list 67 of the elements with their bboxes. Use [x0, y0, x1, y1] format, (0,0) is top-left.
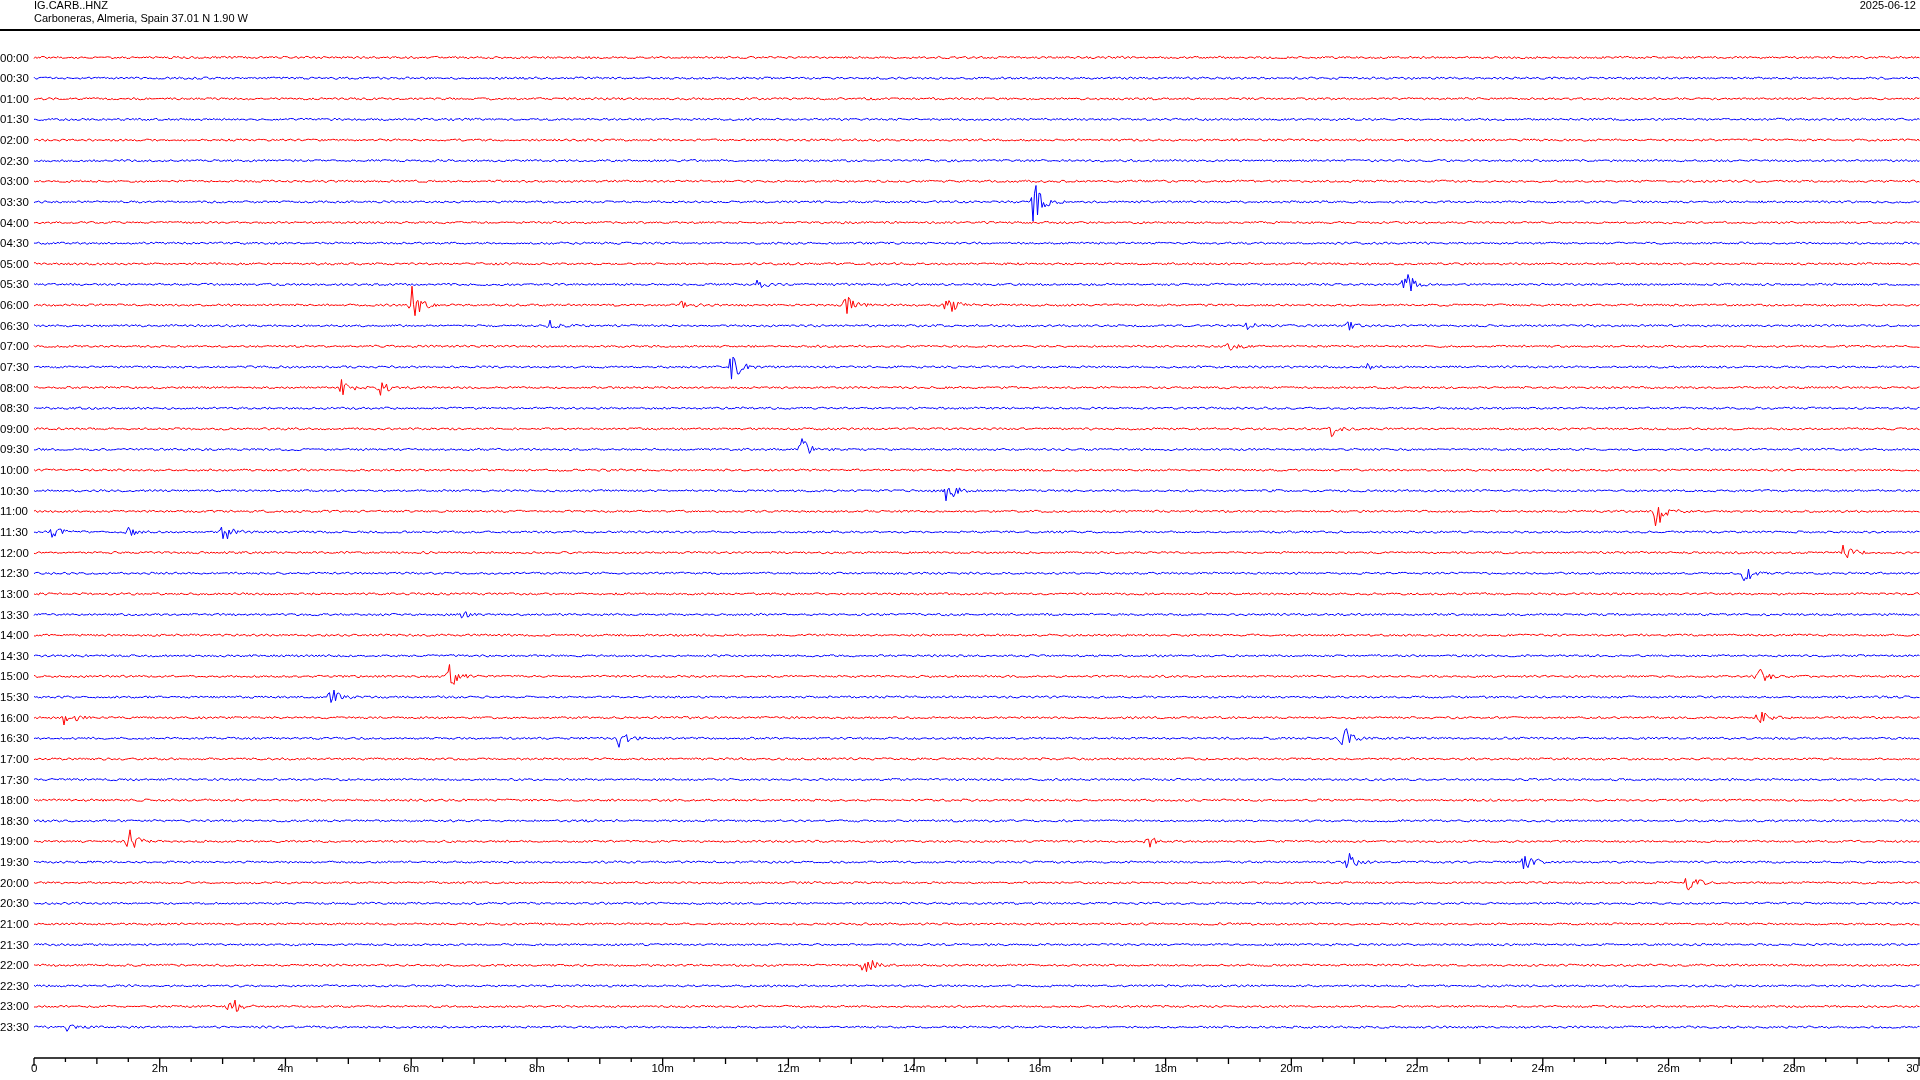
axis-tick-label: 22m — [1405, 1062, 1429, 1074]
time-label: 23:00 — [0, 1000, 29, 1013]
time-label: 01:30 — [0, 113, 29, 126]
time-label: 10:30 — [0, 484, 29, 497]
time-label: 14:30 — [0, 649, 29, 662]
time-label: 06:30 — [0, 319, 29, 332]
time-label: 06:00 — [0, 299, 29, 312]
time-label: 04:00 — [0, 216, 29, 229]
time-label: 22:30 — [0, 979, 29, 992]
time-label: 00:00 — [0, 51, 29, 64]
time-label: 22:00 — [0, 959, 29, 972]
time-label: 19:30 — [0, 856, 29, 869]
time-label: 08:30 — [0, 402, 29, 415]
time-label: 07:30 — [0, 360, 29, 373]
time-label: 02:30 — [0, 154, 29, 167]
time-label: 05:00 — [0, 257, 29, 270]
time-label: 18:00 — [0, 794, 29, 807]
axis-tick-label: 18m — [1154, 1062, 1177, 1074]
time-label: 04:30 — [0, 237, 29, 250]
time-label: 20:00 — [0, 876, 29, 889]
time-label: 14:00 — [0, 629, 29, 642]
time-label: 12:00 — [0, 546, 29, 559]
time-label: 18:30 — [0, 814, 29, 827]
time-label: 23:30 — [0, 1021, 29, 1034]
time-label: 19:00 — [0, 835, 29, 848]
axis-tick-label: 20m — [1280, 1062, 1303, 1074]
time-label: 03:00 — [0, 175, 29, 188]
station-code: IG.CARB..HNZ — [34, 0, 109, 12]
time-label: 11:30 — [0, 526, 28, 538]
date-label: 2025-06-12 — [1859, 0, 1916, 13]
time-label: 10:00 — [0, 464, 29, 477]
time-label: 16:00 — [0, 711, 29, 724]
time-label: 20:30 — [0, 897, 29, 910]
time-label: 15:30 — [0, 691, 29, 704]
time-label: 07:00 — [0, 340, 29, 353]
time-label: 11:00 — [0, 505, 28, 518]
time-label: 13:30 — [0, 608, 29, 621]
time-label: 12:30 — [0, 567, 29, 580]
axis-tick-label: 14m — [902, 1062, 926, 1074]
time-label: 17:30 — [0, 773, 29, 786]
time-label: 16:30 — [0, 732, 29, 745]
time-label: 13:00 — [0, 587, 29, 600]
axis-tick-label: 30 — [1906, 1062, 1919, 1074]
time-label: 09:00 — [0, 422, 29, 435]
time-label: 21:00 — [0, 917, 29, 930]
time-label: 17:00 — [0, 752, 29, 765]
axis-tick-label: 24m — [1531, 1062, 1554, 1074]
axis-tick-label: 0 — [31, 1062, 38, 1074]
axis-tick-label: 10m — [651, 1062, 674, 1074]
axis-tick-label: 8m — [528, 1062, 545, 1074]
time-label: 02:00 — [0, 134, 29, 146]
time-label: 05:30 — [0, 278, 29, 291]
station-location: Carboneras, Almeria, Spain 37.01 N 1.90 W — [34, 12, 248, 25]
axis-tick-label: 6m — [403, 1062, 420, 1074]
time-label: 09:30 — [0, 443, 29, 456]
axis-tick-label: 4m — [277, 1062, 294, 1074]
time-label: 03:30 — [0, 195, 29, 208]
time-label: 08:00 — [0, 381, 29, 394]
axis-tick-label: 2m — [151, 1062, 168, 1074]
time-label: 15:00 — [0, 670, 29, 683]
axis-tick-label: 26m — [1657, 1062, 1680, 1074]
time-label: 01:00 — [0, 92, 29, 105]
axis-tick-label: 28m — [1783, 1062, 1806, 1074]
axis-tick-label: 12m — [777, 1062, 800, 1074]
axis-tick-label: 16m — [1028, 1062, 1052, 1074]
time-label: 21:30 — [0, 938, 29, 951]
time-label: 00:30 — [0, 72, 29, 85]
